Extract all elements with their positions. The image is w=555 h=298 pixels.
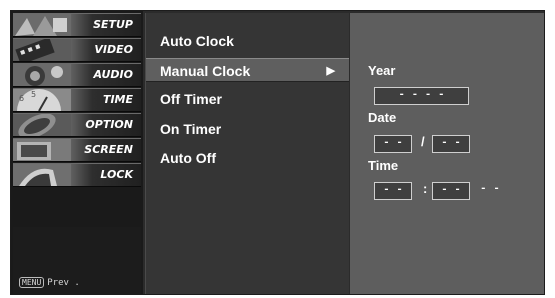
menu-item-label: Auto Clock: [160, 33, 234, 49]
clock-icon: 6 5: [13, 89, 71, 111]
year-label: Year: [368, 63, 396, 78]
date-separator: /: [421, 134, 425, 149]
speaker-icon: [13, 64, 71, 86]
sidebar-item-label: SCREEN: [84, 143, 133, 156]
sidebar-item-label: AUDIO: [93, 68, 133, 81]
sidebar-item-label: OPTION: [85, 118, 133, 131]
svg-text:6: 6: [19, 94, 24, 103]
screen-icon: [13, 139, 71, 161]
sidebar-item-video[interactable]: VIDEO: [13, 38, 141, 62]
sidebar-item-setup[interactable]: SETUP: [13, 13, 141, 37]
option-icon: [13, 114, 71, 136]
sidebar-item-option[interactable]: OPTION: [13, 113, 141, 137]
menu-key-icon: MENU: [19, 277, 45, 288]
time-separator: :: [423, 181, 428, 196]
date-label: Date: [368, 110, 397, 125]
sidebar-item-label: LOCK: [100, 168, 133, 181]
sidebar-item-time[interactable]: 6 5 TIME: [13, 88, 141, 112]
am-pm-field[interactable]: - -: [480, 183, 500, 195]
menu-item-on-timer[interactable]: On Timer: [146, 117, 349, 141]
film-reel-icon: [13, 39, 71, 61]
menu-item-off-timer[interactable]: Off Timer: [146, 87, 349, 111]
sidebar-item-label: SETUP: [93, 18, 133, 31]
year-field[interactable]: - - - -: [374, 87, 469, 105]
play-arrow-icon: ▶: [326, 65, 335, 77]
sidebar-item-label: VIDEO: [94, 43, 133, 56]
menu-item-label: On Timer: [160, 121, 222, 137]
sidebar-item-audio[interactable]: AUDIO: [13, 63, 141, 87]
menu-item-label: Manual Clock: [160, 63, 251, 79]
lock-icon: [13, 164, 71, 186]
manual-clock-panel: Year - - - - Date - - / - - Time - - : -…: [350, 13, 544, 294]
month-field[interactable]: - -: [374, 135, 412, 153]
svg-text:5: 5: [31, 90, 36, 99]
sidebar-item-screen[interactable]: SCREEN: [13, 138, 141, 162]
hour-field[interactable]: - -: [374, 182, 412, 200]
time-submenu: Auto Clock Manual Clock ▶ Off Timer On T…: [145, 13, 349, 294]
sidebar-item-lock[interactable]: LOCK: [13, 163, 141, 187]
main-menu-sidebar: SETUP VIDEO AUDIO 6 5 TIME OPTION SCREEN…: [11, 11, 143, 294]
osd-menu-window: SETUP VIDEO AUDIO 6 5 TIME OPTION SCREEN…: [10, 10, 545, 295]
setup-icon: [13, 14, 71, 36]
minute-field[interactable]: - -: [432, 182, 470, 200]
prev-hint-text: Prev .: [47, 278, 80, 288]
menu-item-auto-clock[interactable]: Auto Clock: [146, 29, 349, 53]
menu-item-auto-off[interactable]: Auto Off: [146, 146, 349, 170]
time-label: Time: [368, 158, 399, 173]
menu-item-label: Auto Off: [160, 150, 216, 166]
menu-item-manual-clock[interactable]: Manual Clock ▶: [146, 58, 349, 82]
sidebar-footer: MENU Prev .: [13, 227, 141, 294]
menu-item-label: Off Timer: [160, 91, 222, 107]
sidebar-item-label: TIME: [102, 93, 133, 106]
menu-prev-hint: MENU Prev .: [19, 277, 80, 288]
day-field[interactable]: - -: [432, 135, 470, 153]
